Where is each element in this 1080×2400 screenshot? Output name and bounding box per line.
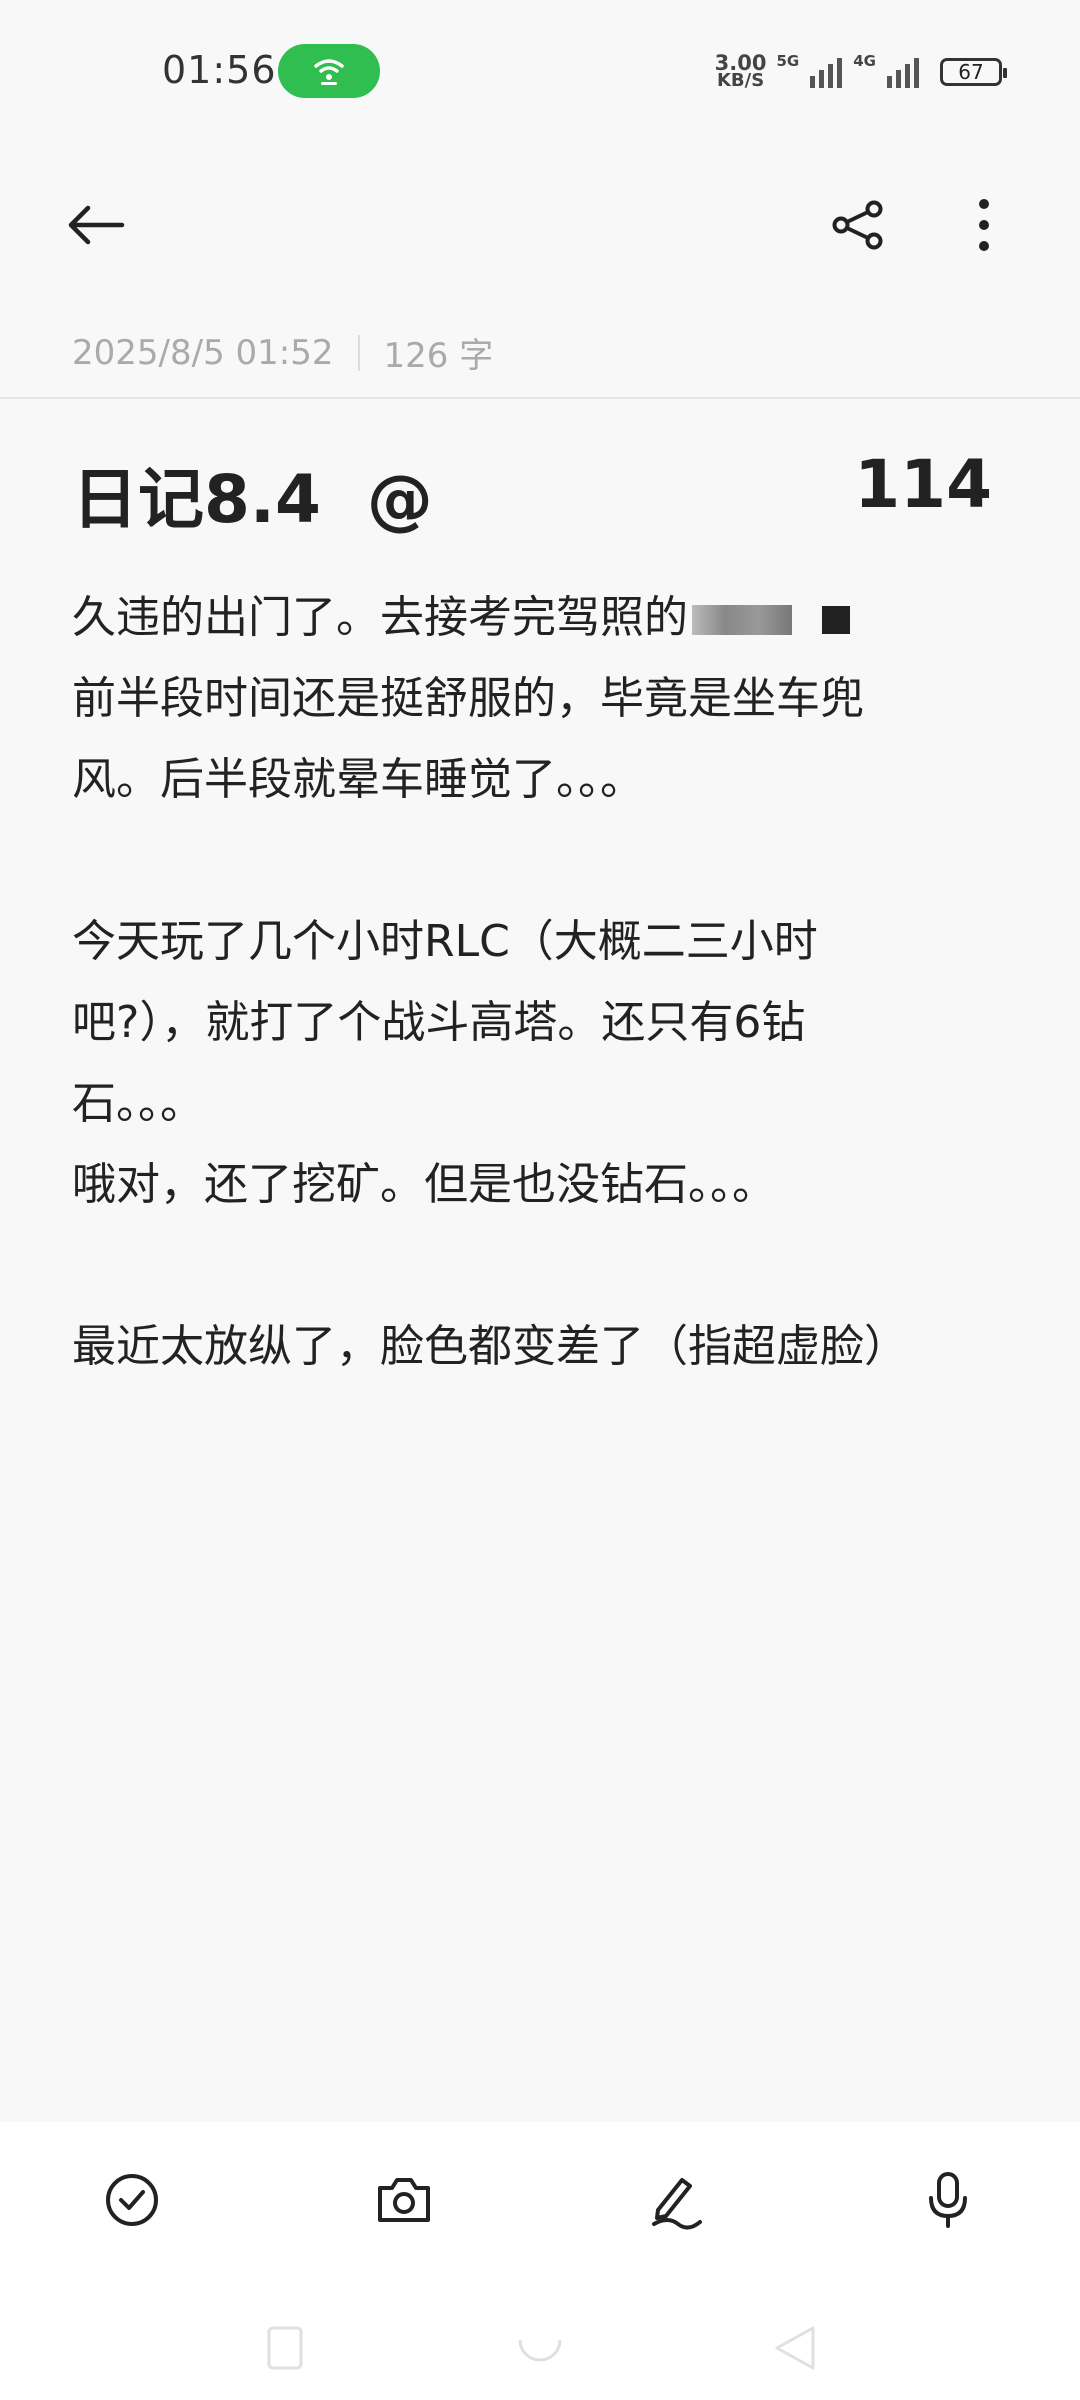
back-button[interactable] — [56, 185, 136, 265]
battery-level: 67 — [958, 60, 984, 84]
voice-input-button[interactable] — [908, 2160, 988, 2240]
system-nav-bar — [0, 2310, 1080, 2390]
body-line: 石。。。 — [72, 1078, 204, 1129]
redacted-mark — [822, 606, 850, 634]
editor-bottom-bar — [0, 2122, 1080, 2400]
note-toolbar — [0, 180, 1080, 270]
handwriting-icon — [652, 2178, 702, 2230]
share-button[interactable] — [818, 185, 898, 265]
note-date: 2025/8/5 01:52 — [72, 332, 334, 373]
note-meta: 2025/8/5 01:52 126 字 — [72, 328, 493, 377]
status-time: 01:56 — [162, 48, 277, 92]
status-indicators: 3.00 KB/S 5G 4G 67 — [715, 50, 1007, 94]
body-line: 风。后半段就晕车睡觉了。。。 — [72, 754, 644, 805]
title-number[interactable]: 114 — [854, 446, 992, 523]
checklist-button[interactable] — [92, 2160, 172, 2240]
net-type-2: 4G — [853, 52, 876, 70]
home-nav-icon[interactable] — [510, 2320, 570, 2380]
header-divider — [0, 397, 1080, 399]
speed-unit: KB/S — [716, 70, 765, 91]
microphone-icon — [929, 2172, 967, 2228]
hotspot-icon — [314, 59, 344, 85]
net-type-1: 5G — [776, 52, 800, 70]
checklist-icon — [106, 2174, 158, 2226]
word-count: 126 字 — [383, 336, 494, 376]
redacted-block — [692, 605, 792, 635]
status-bar: 01:56 3.00 KB/S 5G 4G 67 — [0, 0, 1080, 140]
body-line: 哦对，还了挖矿。但是也没钻石。。。 — [72, 1159, 776, 1210]
signal-icon — [810, 58, 843, 88]
meta-separator — [357, 334, 360, 371]
more-vertical-icon — [979, 199, 989, 251]
share-icon — [832, 200, 883, 250]
note-body[interactable]: 久违的出门了。去接考完驾照的 前半段时间还是挺舒服的，毕竟是坐车兜 风。后半段就… — [72, 577, 972, 1387]
body-line: 久违的出门了。去接考完驾照的 — [72, 577, 972, 658]
hotspot-indicator[interactable] — [278, 44, 380, 98]
body-line: 前半段时间还是挺舒服的，毕竟是坐车兜 — [72, 673, 864, 724]
body-line: 最近太放纵了，脸色都变差了（指超虚脸） — [72, 1321, 908, 1372]
more-button[interactable] — [944, 185, 1024, 265]
camera-icon — [378, 2178, 430, 2222]
battery-icon: 67 — [940, 58, 1007, 86]
body-line: 今天玩了几个小时RLC（大概二三小时 — [72, 916, 818, 967]
body-line: 吧?），就打了个战斗高塔。还只有6钻 — [72, 997, 806, 1048]
handwriting-button[interactable] — [636, 2160, 716, 2240]
back-nav-icon[interactable] — [765, 2320, 825, 2380]
network-speed: 3.00 KB/S — [715, 53, 767, 91]
camera-button[interactable] — [364, 2160, 444, 2240]
back-arrow-icon — [68, 205, 125, 245]
note-title[interactable]: 日记8.4 @ — [72, 446, 433, 542]
recents-nav-icon[interactable] — [255, 2320, 315, 2380]
signal-icon-2 — [887, 58, 919, 88]
